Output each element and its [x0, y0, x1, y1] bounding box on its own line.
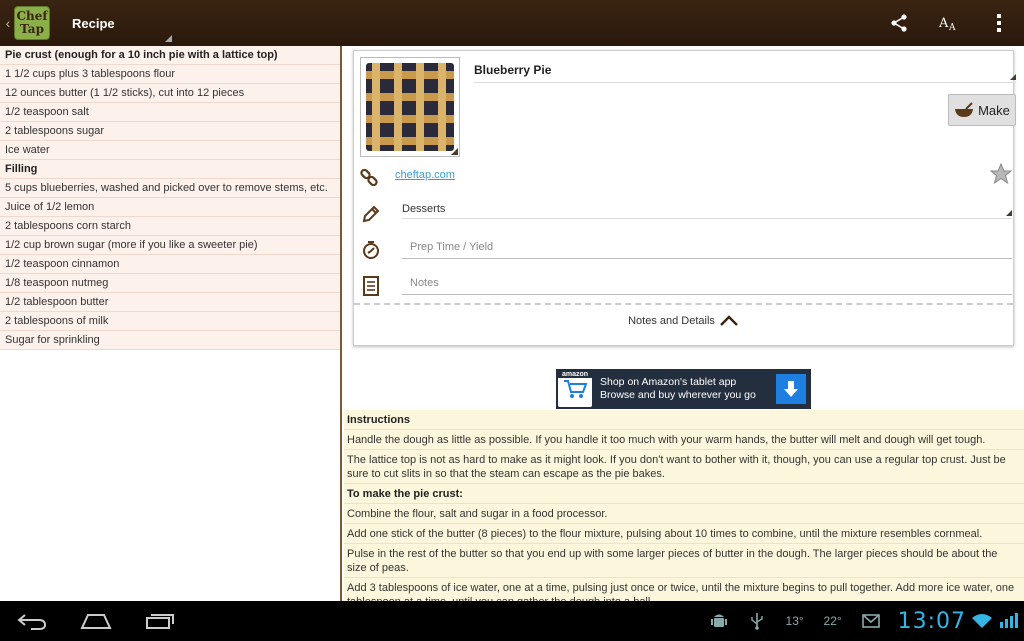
prep-time-placeholder: Prep Time / Yield — [410, 241, 494, 253]
notes-details-toggle[interactable]: Notes and Details — [354, 315, 1013, 327]
category-value: Desserts — [402, 203, 446, 215]
ingredient-row[interactable]: 2 tablespoons corn starch — [0, 217, 340, 236]
instruction-row[interactable]: Handle the dough as little as possible. … — [344, 430, 1024, 450]
ingredient-row[interactable]: Juice of 1/2 lemon — [0, 198, 340, 217]
battery-icon — [994, 601, 1024, 641]
notes-input[interactable]: Notes — [402, 277, 1012, 295]
wifi-icon — [970, 601, 994, 641]
ad-brand: amazon — [558, 371, 592, 378]
temperature-2: 22° — [823, 614, 842, 628]
ad-line1: Shop on Amazon's tablet app — [600, 376, 737, 388]
nav-back-button[interactable] — [0, 601, 64, 641]
page-title: Recipe — [72, 15, 115, 31]
mail-icon — [852, 601, 890, 641]
recipe-spinner[interactable]: Recipe — [72, 0, 172, 46]
source-link[interactable]: cheftap.com — [395, 169, 455, 181]
ingredient-row[interactable]: 1/8 teaspoon nutmeg — [0, 274, 340, 293]
text-size-button[interactable]: A A — [924, 0, 974, 46]
make-label: Make — [978, 102, 1010, 118]
ingredient-row[interactable]: Sugar for sprinkling — [0, 331, 340, 350]
ingredient-row[interactable]: 1/2 tablespoon butter — [0, 293, 340, 312]
back-arrow-icon — [17, 614, 47, 630]
temperature-1: 13° — [785, 614, 804, 628]
ingredient-row[interactable]: Filling — [0, 160, 340, 179]
recipe-title-field[interactable]: Blueberry Pie — [474, 63, 1016, 83]
app-logo[interactable]: Chef Tap — [14, 6, 50, 40]
nav-home-button[interactable] — [64, 601, 128, 641]
ingredient-row[interactable]: 1/2 teaspoon salt — [0, 103, 340, 122]
svg-text:A: A — [948, 23, 956, 33]
text-size-icon: A A — [938, 16, 956, 33]
recipe-photo[interactable] — [360, 57, 460, 157]
clock[interactable]: 13:07 — [898, 609, 966, 634]
notes-details-label: Notes and Details — [628, 315, 715, 327]
timer-icon — [360, 239, 382, 261]
notes-placeholder: Notes — [410, 277, 439, 289]
instruction-row[interactable]: Add one stick of the butter (8 pieces) t… — [344, 524, 1024, 544]
recipe-card: Blueberry Pie Make cheftap.com Desserts — [353, 50, 1016, 346]
favorite-star-icon[interactable] — [989, 162, 1013, 185]
title-dropdown-icon — [1010, 74, 1016, 80]
ingredient-row[interactable]: 1 1/2 cups plus 3 tablespoons flour — [0, 65, 340, 84]
ingredient-row[interactable]: 5 cups blueberries, washed and picked ov… — [0, 179, 340, 198]
instruction-row[interactable]: To make the pie crust: — [344, 484, 1024, 504]
home-icon — [80, 614, 112, 629]
instruction-row[interactable]: Pulse in the rest of the butter so that … — [344, 544, 1024, 578]
download-icon[interactable] — [776, 374, 806, 404]
ingredient-row[interactable]: Ice water — [0, 141, 340, 160]
recipe-title: Blueberry Pie — [474, 63, 552, 77]
photo-corner-icon — [451, 148, 458, 155]
recipe-detail-pane: Blueberry Pie Make cheftap.com Desserts — [344, 46, 1024, 601]
action-bar: ‹ Chef Tap Recipe A A — [0, 0, 1024, 46]
pencil-icon — [360, 203, 382, 225]
spinner-corner-icon — [165, 35, 172, 42]
make-button[interactable]: Make — [948, 94, 1016, 126]
back-chevron-icon[interactable]: ‹ — [2, 15, 14, 31]
system-bar: 13° 22° 13:07 — [0, 601, 1024, 641]
share-button[interactable] — [874, 0, 924, 46]
ingredient-row[interactable]: Pie crust (enough for a 10 inch pie with… — [0, 46, 340, 65]
android-debug-icon — [700, 601, 738, 641]
link-icon — [358, 167, 380, 189]
recents-icon — [146, 614, 174, 629]
amazon-cart-icon: amazon — [558, 371, 592, 407]
instructions-list[interactable]: Instructions Handle the dough as little … — [344, 410, 1024, 601]
ingredient-row[interactable]: 2 tablespoons sugar — [0, 122, 340, 141]
ad-line2: Browse and buy wherever you go — [600, 389, 756, 401]
overflow-menu-icon — [997, 14, 1001, 32]
ingredient-row[interactable]: 1/2 teaspoon cinnamon — [0, 255, 340, 274]
instruction-row[interactable]: Instructions — [344, 410, 1024, 430]
instruction-row[interactable]: Combine the flour, salt and sugar in a f… — [344, 504, 1024, 524]
amazon-ad-banner[interactable]: amazon Shop on Amazon's tablet app Brows… — [556, 369, 811, 409]
nav-recents-button[interactable] — [128, 601, 192, 641]
ingredients-list[interactable]: Pie crust (enough for a 10 inch pie with… — [0, 46, 342, 601]
svg-text:A: A — [938, 16, 949, 31]
share-icon — [891, 14, 907, 32]
category-dropdown-icon — [1006, 210, 1012, 216]
prep-time-input[interactable]: Prep Time / Yield — [402, 241, 1012, 259]
ingredient-row[interactable]: 12 ounces butter (1 1/2 sticks), cut int… — [0, 84, 340, 103]
pie-image — [366, 63, 454, 151]
notes-icon — [360, 275, 382, 297]
instruction-row[interactable]: The lattice top is not as hard to make a… — [344, 450, 1024, 484]
divider — [354, 303, 1013, 305]
logo-line2: Tap — [20, 22, 44, 36]
instruction-row[interactable]: Add 3 tablespoons of ice water, one at a… — [344, 578, 1024, 601]
ingredient-row[interactable]: 1/2 cup brown sugar (more if you like a … — [0, 236, 340, 255]
overflow-menu-button[interactable] — [974, 0, 1024, 46]
usb-icon — [738, 601, 776, 641]
mixing-bowl-icon — [955, 102, 974, 117]
category-spinner[interactable]: Desserts — [402, 203, 1012, 219]
chevron-up-icon — [720, 315, 738, 326]
ingredient-row[interactable]: 2 tablespoons of milk — [0, 312, 340, 331]
